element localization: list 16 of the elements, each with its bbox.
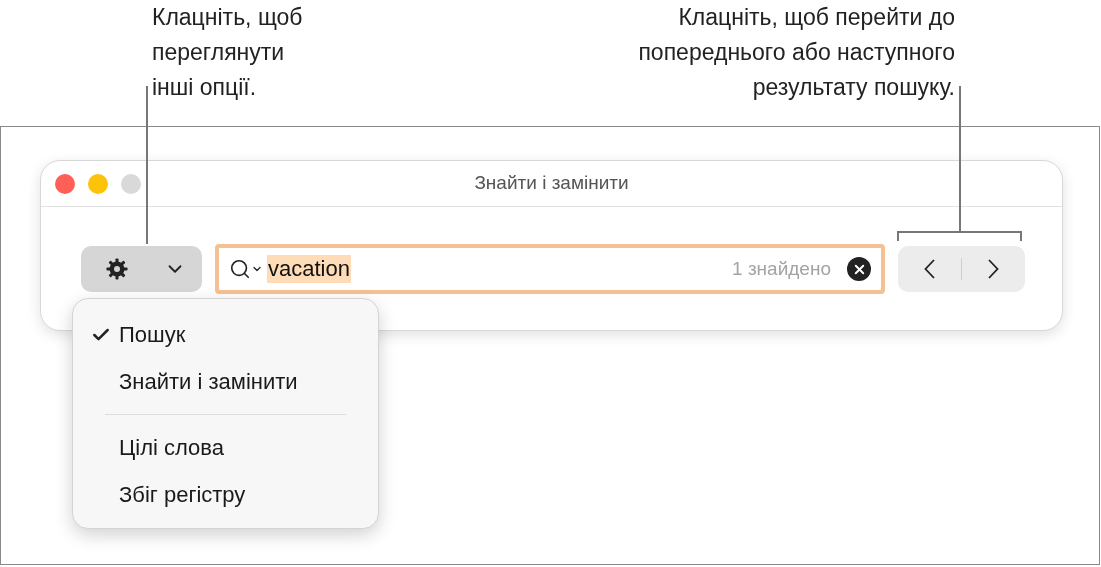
- menu-item[interactable]: Пошук: [73, 311, 378, 358]
- gear-icon: [105, 257, 129, 281]
- gear-menu-button[interactable]: [81, 246, 202, 292]
- chevron-right-icon: [988, 259, 999, 279]
- callout-text: Клацніть, щоб перейти до попереднього або наступного результату пошуку.: [638, 3, 955, 102]
- menu-item[interactable]: Знайти і замінити: [73, 358, 378, 405]
- match-count: 1 знайдено: [732, 256, 831, 281]
- menu-item[interactable]: Цілі слова: [73, 424, 378, 471]
- search-icon[interactable]: [229, 258, 263, 280]
- search-value: vacation: [267, 255, 351, 283]
- menu-item[interactable]: Збіг регістру: [73, 471, 378, 518]
- callout-text: Клацніть, щоб переглянути інші опції.: [152, 3, 303, 102]
- clear-button[interactable]: [847, 257, 871, 281]
- window-title: Знайти і замінити: [474, 171, 629, 196]
- search-field[interactable]: vacation 1 знайдено: [215, 244, 885, 294]
- chevron-left-icon: [924, 259, 935, 279]
